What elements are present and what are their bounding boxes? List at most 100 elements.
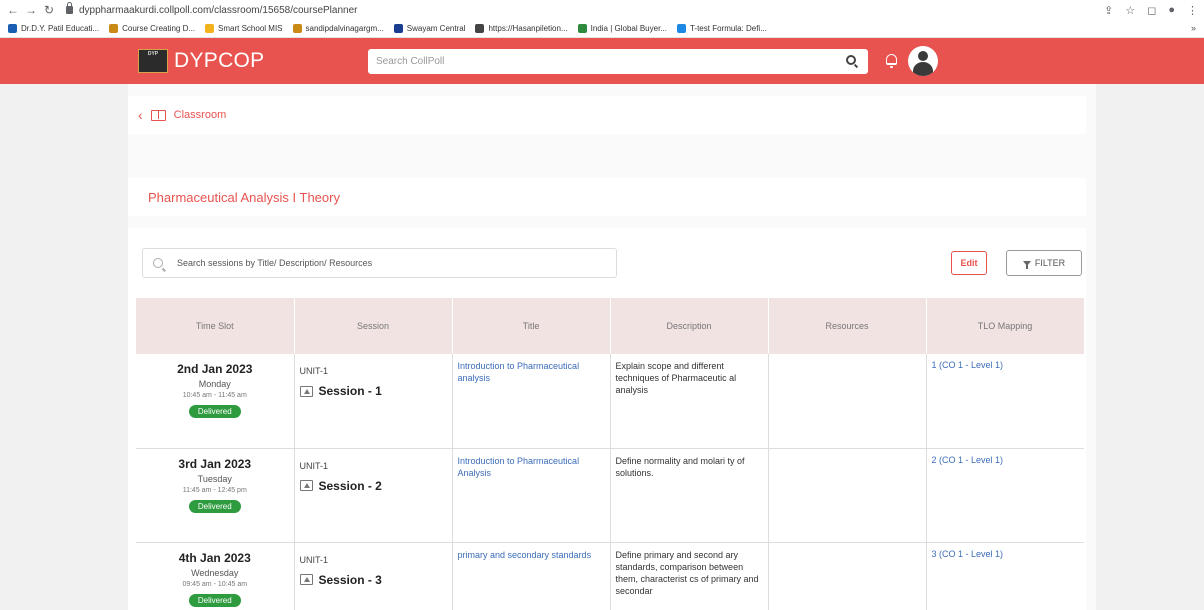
column-header: Resources bbox=[768, 298, 927, 354]
bookmark-label: https://Hasanpiletion... bbox=[488, 24, 568, 33]
session-cell: UNIT-1 Session - 3 bbox=[294, 542, 453, 610]
column-header: TLO Mapping bbox=[926, 298, 1085, 354]
column-header: Time Slot bbox=[136, 298, 295, 354]
reload-icon[interactable]: ↻ bbox=[40, 3, 58, 17]
status-badge: Delivered bbox=[188, 499, 241, 513]
address-bar[interactable]: dyppharmaakurdi.collpoll.com/classroom/1… bbox=[66, 2, 358, 16]
session-title-link[interactable]: primary and secondary standards bbox=[458, 549, 605, 561]
bookmark-label: sandipdalvinagargm... bbox=[305, 24, 384, 33]
menu-dots-icon[interactable]: ⋮ bbox=[1187, 4, 1198, 17]
time-slot-cell: 2nd Jan 2023 Monday 10:45 am - 11:45 am … bbox=[136, 354, 295, 449]
global-search-input[interactable] bbox=[376, 56, 816, 67]
page-title: Pharmaceutical Analysis I Theory bbox=[128, 178, 1086, 216]
session-description: Explain scope and different techniques o… bbox=[615, 361, 737, 395]
bookmark-item[interactable]: sandipdalvinagargm... bbox=[292, 24, 384, 33]
session-name[interactable]: Session - 1 bbox=[319, 384, 382, 398]
bookmark-label: T-test Formula: Defi... bbox=[689, 24, 767, 33]
tlo-cell: 3 (CO 1 - Level 1) bbox=[926, 542, 1084, 610]
sessions-card: Edit FILTER Time Slot Session Title Desc… bbox=[128, 228, 1086, 610]
forward-arrow-icon[interactable]: → bbox=[22, 3, 40, 17]
table-row: 2nd Jan 2023 Monday 10:45 am - 11:45 am … bbox=[136, 354, 1084, 449]
resources-cell bbox=[768, 354, 927, 449]
bookmark-favicon-icon bbox=[475, 24, 485, 33]
description-cell: Define primary and second ary standards,… bbox=[610, 542, 769, 610]
session-cell: UNIT-1 Session - 1 bbox=[294, 354, 453, 449]
logo-mark: DYP bbox=[138, 49, 168, 73]
tlo-mapping-link[interactable]: 3 (CO 1 - Level 1) bbox=[932, 549, 1080, 559]
bookmark-item[interactable]: T-test Formula: Defi... bbox=[676, 24, 767, 33]
profile-icon[interactable]: ● bbox=[1168, 4, 1175, 16]
status-badge: Delivered bbox=[188, 405, 241, 418]
unit-label: UNIT-1 bbox=[299, 554, 329, 565]
status-badge: Delivered bbox=[188, 593, 241, 607]
bookmark-favicon-icon bbox=[676, 24, 686, 33]
browser-toolbar: ← → ↻ dyppharmaakurdi.collpoll.com/class… bbox=[0, 0, 1204, 20]
avatar[interactable] bbox=[908, 46, 938, 76]
session-name[interactable]: Session - 2 bbox=[319, 479, 382, 493]
column-header: Description bbox=[610, 298, 769, 354]
bookmark-item[interactable]: Smart School MIS bbox=[205, 24, 283, 33]
unit-label: UNIT-1 bbox=[299, 460, 329, 471]
global-search bbox=[368, 49, 868, 74]
table-header-row: Time Slot Session Title Description Reso… bbox=[136, 298, 1085, 354]
session-name[interactable]: Session - 3 bbox=[319, 573, 382, 587]
bookmark-item[interactable]: Course Creating D... bbox=[109, 24, 195, 33]
unit-label: UNIT-1 bbox=[299, 366, 329, 376]
share-icon[interactable]: ⇪ bbox=[1104, 4, 1113, 17]
session-search-input[interactable] bbox=[177, 258, 597, 268]
brand-logo[interactable]: DYP DYPCOP bbox=[138, 49, 265, 73]
session-title-link[interactable]: Introduction to Pharmaceutical analysis bbox=[458, 360, 605, 384]
title-cell: Introduction to Pharmaceutical analysis bbox=[452, 354, 611, 449]
session-time: 09:45 am - 10:45 am bbox=[182, 580, 248, 588]
lock-icon bbox=[66, 2, 73, 14]
column-header: Title bbox=[452, 298, 611, 354]
session-time: 10:45 am - 11:45 am bbox=[182, 392, 247, 399]
title-cell: Introduction to Pharmaceutical Analysis bbox=[452, 448, 611, 543]
edit-button[interactable]: Edit bbox=[951, 251, 987, 275]
tab-search-icon[interactable]: ◻ bbox=[1147, 4, 1156, 17]
time-slot-cell: 3rd Jan 2023 Tuesday 11:45 am - 12:45 pm… bbox=[136, 448, 295, 543]
bookmark-label: Swayam Central bbox=[406, 24, 466, 33]
column-header: Session bbox=[294, 298, 453, 354]
bookmark-favicon-icon bbox=[8, 24, 17, 33]
chevron-left-icon[interactable]: ‹ bbox=[138, 107, 143, 123]
session-search bbox=[142, 248, 617, 278]
filter-label: FILTER bbox=[1034, 258, 1066, 268]
session-title-link[interactable]: Introduction to Pharmaceutical Analysis bbox=[458, 455, 605, 479]
bell-icon[interactable] bbox=[886, 54, 897, 68]
book-icon bbox=[150, 109, 166, 121]
filter-button[interactable]: FILTER bbox=[1006, 250, 1082, 276]
description-cell: Define normality and molari ty of soluti… bbox=[610, 448, 769, 543]
bookmark-label: India | Global Buyer... bbox=[590, 24, 667, 33]
bookmark-favicon-icon bbox=[205, 24, 215, 33]
bookmark-favicon-icon bbox=[393, 24, 403, 33]
bookmark-favicon-icon bbox=[577, 24, 587, 33]
bookmarks-overflow-icon[interactable]: » bbox=[1191, 23, 1196, 33]
tlo-mapping-link[interactable]: 1 (CO 1 - Level 1) bbox=[932, 360, 1080, 370]
tlo-cell: 1 (CO 1 - Level 1) bbox=[926, 354, 1084, 449]
session-time: 11:45 am - 12:45 pm bbox=[182, 486, 247, 494]
search-icon[interactable] bbox=[846, 55, 856, 65]
session-date: 4th Jan 2023 bbox=[178, 550, 251, 565]
tlo-mapping-link[interactable]: 2 (CO 1 - Level 1) bbox=[932, 455, 1080, 465]
resources-cell bbox=[768, 448, 927, 543]
star-icon[interactable]: ☆ bbox=[1125, 4, 1135, 17]
session-day: Wednesday bbox=[191, 567, 239, 578]
bookmark-item[interactable]: India | Global Buyer... bbox=[577, 24, 667, 33]
app-header: DYP DYPCOP bbox=[0, 38, 1204, 84]
session-date: 2nd Jan 2023 bbox=[177, 362, 253, 376]
breadcrumb-classroom[interactable]: Classroom bbox=[174, 109, 227, 121]
bookmark-item[interactable]: Swayam Central bbox=[393, 24, 466, 33]
logo-mark-text: DYP bbox=[147, 51, 159, 57]
bookmark-item[interactable]: Dr.D.Y. Patil Educati... bbox=[8, 24, 99, 33]
bookmark-item[interactable]: https://Hasanpiletion... bbox=[475, 24, 568, 33]
breadcrumb: ‹ Classroom bbox=[128, 96, 1086, 134]
time-slot-cell: 4th Jan 2023 Wednesday 09:45 am - 10:45 … bbox=[136, 542, 295, 610]
url-text: dyppharmaakurdi.collpoll.com/classroom/1… bbox=[79, 4, 358, 16]
tlo-cell: 2 (CO 1 - Level 1) bbox=[926, 448, 1084, 543]
bookmark-label: Course Creating D... bbox=[122, 24, 196, 33]
back-arrow-icon[interactable]: ← bbox=[4, 3, 22, 17]
bookmarks-bar: Dr.D.Y. Patil Educati... Course Creating … bbox=[0, 20, 1204, 38]
session-date: 3rd Jan 2023 bbox=[178, 456, 252, 471]
session-type-icon bbox=[299, 385, 313, 397]
